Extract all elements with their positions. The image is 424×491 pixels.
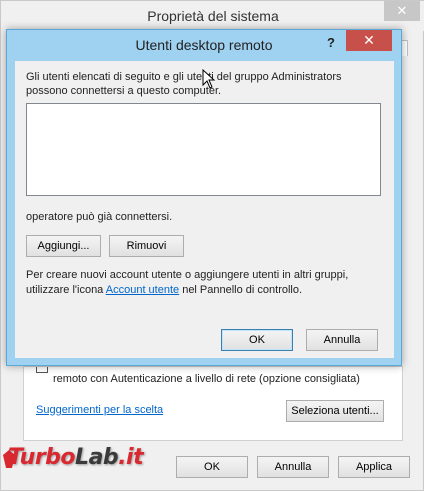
- select-users-button[interactable]: Seleziona utenti...: [286, 400, 384, 422]
- add-user-button[interactable]: Aggiungi...: [26, 235, 101, 257]
- nla-option-label: remoto con Autenticazione a livello di r…: [53, 373, 360, 385]
- dialog-ok-button[interactable]: OK: [221, 329, 293, 351]
- system-apply-button[interactable]: Applica: [338, 456, 410, 478]
- info-text: Per creare nuovi account utente o aggiun…: [26, 268, 386, 298]
- watermark: TurboLab.it: [8, 445, 168, 479]
- watermark-part-domain: .it: [118, 445, 144, 470]
- nla-checkbox[interactable]: [36, 367, 48, 373]
- remove-user-button[interactable]: Rimuovi: [109, 235, 184, 257]
- system-properties-titlebar: Proprietà del sistema ✕: [1, 1, 424, 31]
- user-accounts-link[interactable]: Account utente: [106, 284, 179, 296]
- help-choose-link[interactable]: Suggerimenti per la scelta: [36, 404, 163, 416]
- system-ok-button[interactable]: OK: [176, 456, 248, 478]
- info-suffix: nel Pannello di controllo.: [179, 284, 303, 296]
- mouse-cursor-icon: [202, 69, 216, 89]
- dialog-body: Gli utenti elencati di seguito e gli ute…: [15, 61, 394, 358]
- users-listbox[interactable]: [26, 103, 381, 196]
- system-properties-close-button[interactable]: ✕: [384, 1, 420, 21]
- watermark-part-lab: Lab: [75, 445, 119, 470]
- dialog-title: Utenti desktop remoto: [135, 37, 273, 53]
- watermark-part-turbo: Turbo: [8, 445, 76, 470]
- operator-note: operatore può già connettersi.: [26, 211, 173, 223]
- system-cancel-button[interactable]: Annulla: [257, 456, 329, 478]
- dialog-cancel-button[interactable]: Annulla: [306, 329, 378, 351]
- dialog-close-button[interactable]: ✕: [346, 30, 392, 51]
- help-icon[interactable]: ?: [327, 35, 335, 50]
- system-properties-title: Proprietà del sistema: [147, 8, 279, 24]
